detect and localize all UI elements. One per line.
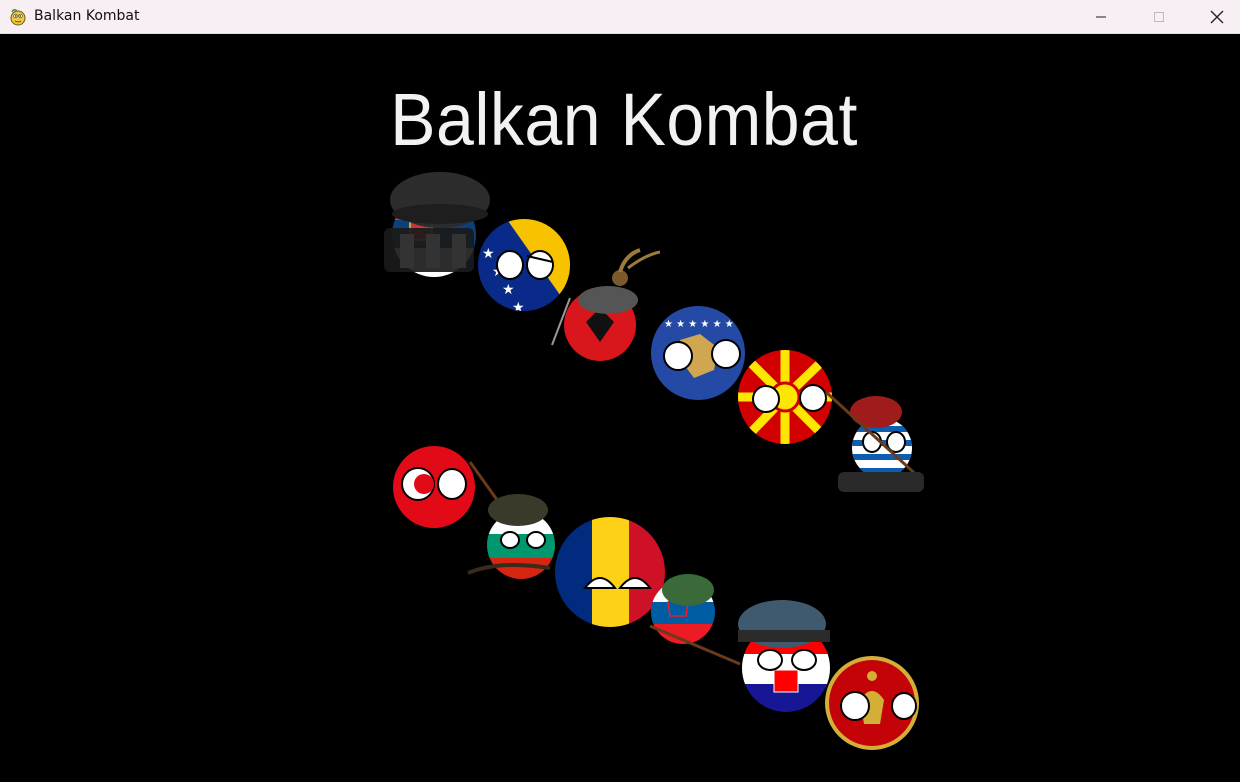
- north-macedonia-ball: [738, 350, 832, 444]
- maximize-button[interactable]: [1130, 0, 1188, 34]
- window-title: Balkan Kombat: [34, 8, 140, 24]
- minimize-button[interactable]: [1072, 0, 1130, 34]
- serbia-ball: [384, 172, 490, 277]
- romania-ball: [555, 517, 665, 627]
- croatia-ball: [738, 600, 830, 712]
- close-button[interactable]: [1188, 0, 1240, 34]
- svg-text:★: ★: [502, 282, 515, 298]
- minimize-icon: [1096, 16, 1106, 18]
- title-bar[interactable]: Balkan Kombat: [0, 0, 1240, 34]
- montenegro-ball: [825, 656, 919, 750]
- bosnia-ball: ★ ★ ★ ★: [478, 219, 570, 316]
- game-canvas[interactable]: Balkan Kombat ★ ★ ★ ★ ★ ★ ★ ★ ★: [0, 34, 1240, 782]
- maximize-icon: [1154, 12, 1164, 22]
- turkey-ball: [393, 446, 502, 528]
- pygame-snake-icon: [10, 8, 26, 26]
- svg-text:★: ★: [512, 300, 525, 316]
- svg-text:★ ★ ★ ★ ★ ★: ★ ★ ★ ★ ★ ★: [664, 319, 734, 330]
- close-icon: [1210, 10, 1224, 24]
- greece-ball: [824, 390, 924, 492]
- game-window: Balkan Kombat Balkan Kombat ★ ★ ★ ★ ★ ★ …: [0, 0, 1240, 782]
- slovenia-ball: [649, 574, 741, 666]
- bulgaria-ball: [467, 494, 555, 579]
- svg-text:★: ★: [482, 246, 495, 262]
- kosovo-ball: ★ ★ ★ ★ ★ ★: [651, 306, 745, 400]
- countryballs-artwork: ★ ★ ★ ★ ★ ★ ★ ★ ★: [384, 172, 924, 750]
